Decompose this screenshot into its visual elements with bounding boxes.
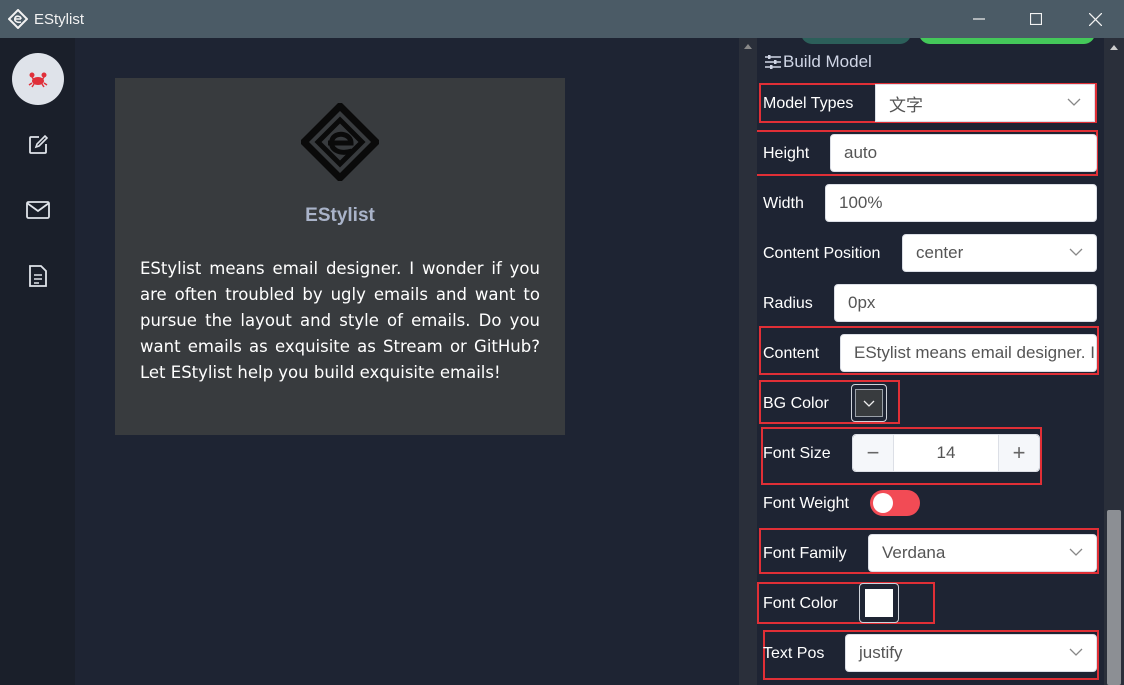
close-icon <box>1088 12 1102 26</box>
chevron-down-icon <box>1067 98 1081 106</box>
sidebar-item-edit[interactable] <box>12 119 64 171</box>
height-input[interactable]: auto <box>830 134 1097 172</box>
scroll-up-arrow-icon[interactable] <box>1110 45 1118 50</box>
edit-icon <box>29 134 49 154</box>
font-color-picker[interactable] <box>859 583 899 623</box>
canvas-scrollbar[interactable] <box>739 38 757 685</box>
sidebar-item-document[interactable] <box>12 250 64 302</box>
width-input[interactable]: 100% <box>825 184 1097 222</box>
content-position-value: center <box>916 243 964 262</box>
toggle-knob <box>873 493 893 513</box>
minimize-icon <box>973 18 985 20</box>
bg-color-swatch <box>855 389 883 417</box>
model-types-select[interactable]: 文字 <box>875 84 1095 122</box>
text-pos-select[interactable]: justify <box>845 634 1097 672</box>
font-family-select[interactable]: Verdana <box>868 534 1097 572</box>
content-position-label: Content Position <box>763 245 881 262</box>
document-icon <box>29 265 47 287</box>
brand-name: EStylist <box>305 205 375 226</box>
bg-color-picker[interactable] <box>851 384 887 422</box>
model-types-label: Model Types <box>763 95 854 112</box>
content-value: EStylist means email designer. I wonder … <box>854 343 1096 362</box>
minimize-button[interactable] <box>952 0 1006 38</box>
maximize-icon <box>1030 13 1042 25</box>
window-title: EStylist <box>34 11 85 28</box>
sidebar <box>0 38 75 685</box>
model-types-value: 文字 <box>889 95 923 115</box>
chevron-down-icon <box>1069 648 1083 656</box>
email-preview-canvas: EStylist EStylist means email designer. … <box>75 38 739 685</box>
content-label: Content <box>763 345 820 362</box>
increase-button[interactable]: + <box>999 435 1039 471</box>
sliders-icon <box>765 55 781 69</box>
sidebar-item-mail[interactable] <box>12 184 64 236</box>
title-bar: EStylist <box>0 0 1124 38</box>
width-label: Width <box>763 195 804 212</box>
font-color-label: Font Color <box>763 595 838 612</box>
text-pos-value: justify <box>859 643 903 662</box>
estylist-logo-icon <box>301 103 379 181</box>
font-weight-toggle[interactable] <box>870 490 920 516</box>
scrollbar-thumb[interactable] <box>1107 510 1121 685</box>
decrease-button[interactable]: − <box>853 435 893 471</box>
font-color-swatch <box>865 589 893 617</box>
content-position-select[interactable]: center <box>902 234 1097 272</box>
radius-input[interactable]: 0px <box>834 284 1097 322</box>
mail-icon <box>26 201 50 219</box>
maximize-button[interactable] <box>1009 0 1063 38</box>
primary-action-button[interactable] <box>919 38 1095 44</box>
email-text-block[interactable]: EStylist EStylist means email designer. … <box>115 78 565 435</box>
width-value: 100% <box>839 193 883 212</box>
height-label: Height <box>763 145 810 162</box>
panel-heading: Build Model <box>765 52 872 72</box>
sidebar-item-home[interactable] <box>12 53 64 105</box>
secondary-action-button[interactable] <box>801 38 911 44</box>
bg-color-label: BG Color <box>763 395 829 412</box>
panel-heading-label: Build Model <box>783 52 872 71</box>
chevron-down-icon <box>1069 548 1083 556</box>
chevron-down-icon <box>863 400 875 407</box>
font-weight-label: Font Weight <box>763 495 849 512</box>
text-pos-label: Text Pos <box>763 645 825 662</box>
radius-label: Radius <box>763 295 813 312</box>
crab-icon <box>28 72 48 88</box>
font-size-label: Font Size <box>763 445 831 462</box>
scroll-up-arrow-icon[interactable] <box>744 44 752 49</box>
height-value: auto <box>844 143 878 162</box>
font-size-stepper[interactable]: − 14 + <box>852 434 1040 472</box>
content-input[interactable]: EStylist means email designer. I wonder … <box>840 334 1097 372</box>
close-button[interactable] <box>1068 0 1122 38</box>
font-family-label: Font Family <box>763 545 847 562</box>
settings-panel: Build Model Model Types 文字 Height auto W… <box>757 38 1104 685</box>
radius-value: 0px <box>848 293 876 312</box>
app-logo-icon <box>8 9 28 29</box>
chevron-down-icon <box>1069 248 1083 256</box>
font-family-value: Verdana <box>882 543 946 562</box>
font-size-value[interactable]: 14 <box>893 435 999 471</box>
email-body-text: EStylist means email designer. I wonder … <box>140 259 540 382</box>
panel-scrollbar[interactable] <box>1104 38 1124 685</box>
